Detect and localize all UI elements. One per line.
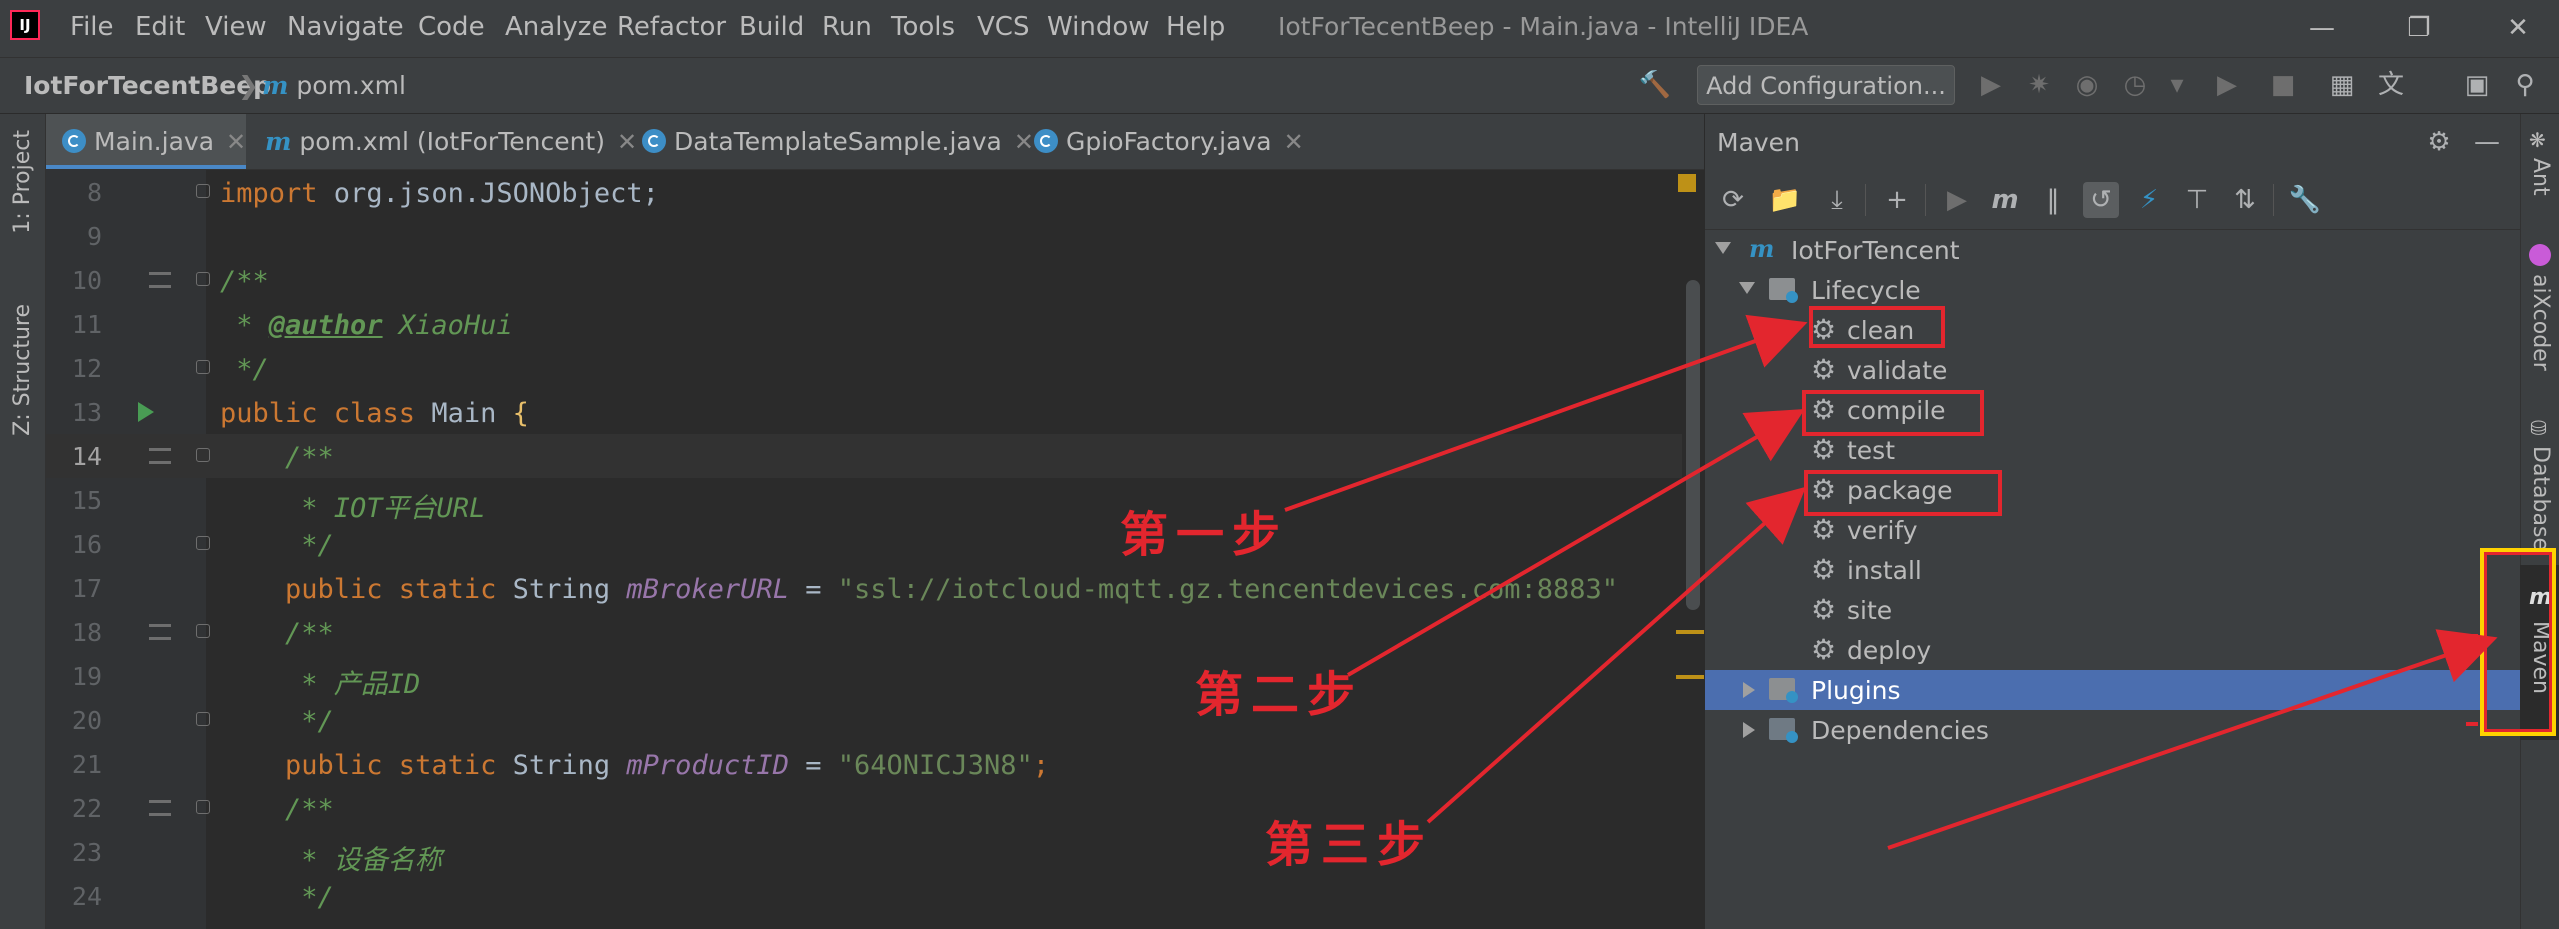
arrow-maven-tab — [1887, 629, 2498, 850]
step1-label: 第一步 — [1120, 507, 1289, 563]
step2-label: 第二步 — [1195, 667, 1364, 723]
arrow-step2 — [1346, 408, 1805, 677]
annotation-arrows — [1284, 314, 2498, 850]
arrow-step3 — [1426, 486, 1806, 824]
step3-label: 第三步 — [1265, 817, 1434, 873]
arrow-step1 — [1284, 314, 1808, 512]
